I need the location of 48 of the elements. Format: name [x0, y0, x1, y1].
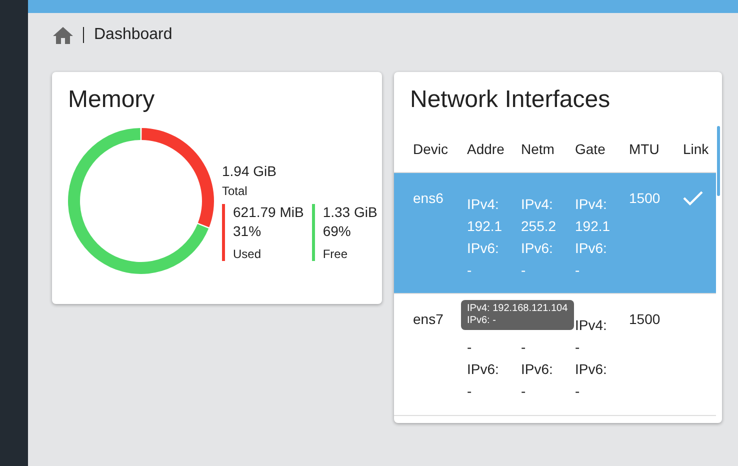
- total-value: 1.94 GiB: [222, 163, 278, 179]
- legend-percent: 69%: [322, 223, 352, 239]
- column-header[interactable]: Devic: [413, 141, 467, 157]
- legend-label: Free: [322, 247, 349, 261]
- table-cell-text: 255.2: [521, 218, 558, 234]
- table-cell-text: -: [521, 262, 527, 278]
- table-cell-text: IPv4:: [467, 196, 500, 212]
- table-cell-text: -: [467, 383, 473, 399]
- table-cell-text: ens7: [413, 311, 444, 327]
- table-cell-text: 192.1: [575, 218, 612, 234]
- table-cell-text: -: [521, 339, 527, 355]
- table-cell-text: 1500: [629, 190, 662, 206]
- table-cell-text: IPv4:: [521, 196, 554, 212]
- table-cell-text: -: [575, 262, 581, 278]
- column-header[interactable]: Addre: [467, 141, 521, 157]
- table-cell-text: IPv6:: [467, 361, 500, 377]
- check-icon: [683, 190, 703, 206]
- table-cell-text: IPv6:: [575, 240, 608, 256]
- table-cell-text: IPv6:: [521, 240, 554, 256]
- tooltip-text: IPv4: 192.168.121.104: [467, 303, 568, 314]
- column-header[interactable]: MTU: [629, 141, 683, 157]
- table-cell-text: ens6: [413, 190, 444, 206]
- breadcrumb-current: Dashboard: [94, 26, 172, 44]
- home-icon[interactable]: [53, 26, 73, 44]
- card-title: Network Interfaces: [409, 85, 612, 114]
- card-title: Memory: [67, 85, 156, 114]
- legend-value: 621.79 MiB: [233, 204, 304, 220]
- total-label: Total: [222, 184, 248, 198]
- table-cell-text: IPv6:: [575, 361, 608, 377]
- table-cell-text: 1500: [629, 311, 662, 327]
- table-cell-text: 192.1: [467, 218, 504, 234]
- tooltip-text: IPv6: -: [467, 315, 497, 326]
- table-cell-text: IPv6:: [521, 361, 554, 377]
- column-header[interactable]: Netm: [521, 141, 575, 157]
- legend-percent: 31%: [233, 223, 262, 239]
- table-cell-text: IPv4:: [575, 196, 608, 212]
- column-header[interactable]: Link: [683, 141, 722, 157]
- table-cell-text: -: [575, 339, 581, 355]
- table-cell-text: -: [521, 383, 527, 399]
- table-cell-text: -: [467, 262, 473, 278]
- legend-label: Used: [233, 247, 262, 261]
- legend-value: 1.33 GiB: [322, 204, 378, 220]
- column-header[interactable]: Gate: [575, 141, 629, 157]
- table-cell-text: -: [467, 339, 473, 355]
- table-cell-text: IPv4:: [575, 317, 608, 333]
- scrollbar[interactable]: [717, 126, 720, 196]
- table-cell-text: IPv6:: [467, 240, 500, 256]
- table-cell-text: -: [575, 383, 581, 399]
